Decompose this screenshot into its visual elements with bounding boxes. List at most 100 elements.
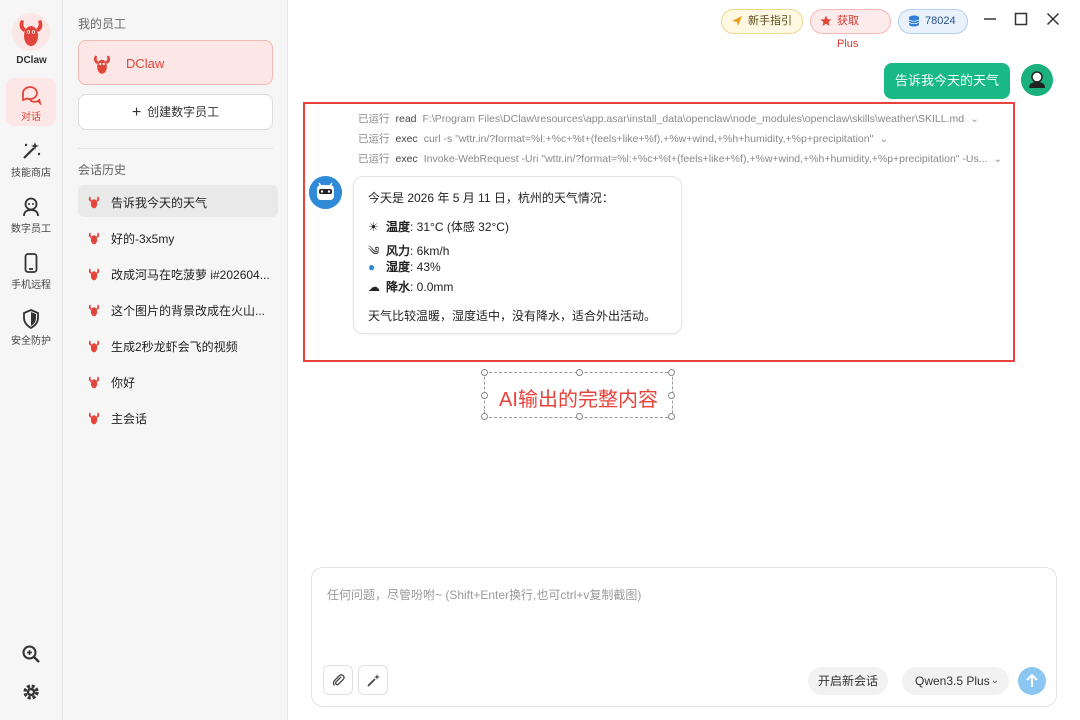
tool-status: 已运行 [358, 113, 390, 125]
history-item-label: 改成河马在吃菠萝 i#202604... [111, 268, 270, 282]
nav-chat[interactable]: 对话 [6, 78, 56, 126]
employees-title: 我的员工 [78, 17, 127, 31]
history-item[interactable]: 生成2秒龙虾会飞的视频 [78, 329, 278, 361]
gear-icon[interactable] [21, 682, 41, 702]
reply-intro: 今天是 2026 年 5 月 11 日，杭州的天气情况： [368, 191, 614, 205]
resize-handle [668, 413, 675, 420]
nav-skill-store[interactable]: 技能商店 [6, 134, 56, 182]
lobster-icon [88, 232, 100, 245]
create-employee-button[interactable]: + 创建数字员工 [78, 94, 273, 130]
divider [78, 148, 273, 149]
get-plus-button[interactable]: 获取Plus [810, 9, 891, 50]
model-name: Qwen3.5 Plus [915, 674, 990, 688]
wind-label: 风力 [386, 244, 411, 258]
nav-security[interactable]: 安全防护 [6, 302, 56, 350]
reply-temperature: ☀ 温度: 31°C (体感 32°C) [368, 218, 509, 235]
user-avatar [1021, 64, 1053, 96]
history-title: 会话历史 [78, 163, 127, 177]
chevron-down-icon: ⌄ [990, 675, 999, 686]
resize-handle [481, 413, 488, 420]
tool-name: exec [395, 133, 418, 145]
credits-value: 78024 [925, 15, 956, 27]
lobster-avatar-icon [93, 55, 111, 74]
send-arrow-icon [732, 16, 742, 26]
history-item[interactable]: 这个图片的背景改成在火山... [78, 293, 278, 325]
magic-wand-icon [367, 674, 380, 687]
history-item-label: 告诉我今天的天气 [111, 196, 208, 210]
sun-icon: ☀ [368, 220, 379, 234]
lobster-icon [88, 268, 100, 281]
message-input-area[interactable]: 任何问题，尽管吩咐~ (Shift+Enter换行,也可ctrl+v复制截图) … [311, 567, 1057, 707]
tool-call-line[interactable]: 已运行 exec Invoke-WebRequest -Uri "wttr.in/?… [358, 151, 1028, 166]
nav-phone-remote-label: 手机远程 [11, 280, 51, 291]
rain-value: : 0.0mm [410, 280, 454, 294]
chevron-down-icon[interactable]: ⌄ [970, 113, 979, 125]
cloud-rain-icon: ☁ [368, 280, 380, 294]
robot-icon [23, 197, 39, 217]
message-input-placeholder[interactable]: 任何问题，尽管吩咐~ (Shift+Enter换行,也可ctrl+v复制截图) [327, 586, 641, 603]
chevron-down-icon[interactable]: ⌄ [879, 133, 888, 145]
zoom-search-icon[interactable] [21, 644, 41, 664]
chat-icon [22, 86, 42, 106]
history-item[interactable]: 告诉我今天的天气 [78, 185, 278, 217]
droplet-icon: ● [368, 260, 376, 274]
history-item-label: 生成2秒龙虾会飞的视频 [111, 340, 238, 354]
coin-stack-icon [908, 15, 920, 27]
nav-digital-employee-label: 数字员工 [11, 224, 51, 235]
lobster-icon [88, 304, 100, 317]
annotation-label: AI输出的完整内容 [499, 389, 658, 411]
nav-digital-employee[interactable]: 数字员工 [6, 190, 56, 238]
chevron-down-icon[interactable]: ⌄ [994, 153, 1003, 165]
tool-status: 已运行 [358, 133, 390, 145]
plus-icon: + [131, 104, 142, 121]
history-item-label: 你好 [111, 376, 136, 390]
create-employee-label: 创建数字员工 [147, 105, 220, 119]
tool-call-line[interactable]: 已运行 read F:\Program Files\DClaw\resources\… [358, 111, 1028, 126]
paperclip-icon [332, 674, 345, 686]
sidebar: 我的员工 DClaw + 创建数字员工 会话历史 告诉我今天的天气好的-3x5my… [63, 0, 288, 720]
resize-handle [668, 392, 675, 399]
model-select[interactable]: Qwen3.5 Plus ⌄ [902, 667, 1009, 695]
history-item[interactable]: 改成河马在吃菠萝 i#202604... [78, 257, 278, 289]
lobster-icon [88, 196, 100, 209]
arrow-up-icon [1026, 673, 1038, 687]
bot-message: 今天是 2026 年 5 月 11 日，杭州的天气情况： ☀ 温度: 31°C (… [353, 176, 682, 334]
tool-call-line[interactable]: 已运行 exec curl -s "wttr.in/?format=%l:+%c+%… [358, 131, 1028, 146]
close-icon[interactable] [1045, 11, 1061, 27]
resize-handle [481, 369, 488, 376]
history-item-label: 这个图片的背景改成在火山... [111, 304, 266, 318]
employee-card-dclaw[interactable]: DClaw [78, 40, 273, 85]
nav-phone-remote[interactable]: 手机远程 [6, 246, 56, 294]
nav-security-label: 安全防护 [11, 336, 51, 347]
tool-name: read [395, 113, 417, 125]
guide-button[interactable]: 新手指引 [721, 9, 803, 34]
reply-humidity: ● 湿度: 43% [368, 258, 441, 275]
history-item[interactable]: 好的-3x5my [78, 221, 278, 253]
resize-handle [576, 369, 583, 376]
lobster-icon [88, 376, 100, 389]
tool-name: exec [395, 153, 418, 165]
resize-handle [668, 369, 675, 376]
history-item[interactable]: 主会话 [78, 401, 278, 433]
annotation-label-box: AI输出的完整内容 [481, 369, 675, 420]
star-icon [820, 15, 832, 26]
get-plus-label: 获取Plus [837, 15, 859, 50]
wind-value: : 6km/h [410, 244, 450, 258]
attach-button[interactable] [323, 665, 353, 695]
minimize-icon[interactable] [982, 11, 998, 27]
temp-label: 温度 [386, 220, 411, 234]
history-item[interactable]: 你好 [78, 365, 278, 397]
tool-command: curl -s "wttr.in/?format=%l:+%c+%t+(feel… [423, 133, 874, 145]
maximize-icon[interactable] [1013, 11, 1029, 27]
magic-button[interactable] [358, 665, 388, 695]
user-message: 告诉我今天的天气 [884, 63, 1010, 99]
credits-button[interactable]: 78024 [898, 9, 968, 34]
resize-handle [576, 413, 583, 420]
tool-status: 已运行 [358, 153, 390, 165]
send-button[interactable] [1018, 667, 1046, 695]
humidity-label: 湿度 [386, 260, 411, 274]
new-chat-button[interactable]: 开启新会话 [808, 667, 888, 695]
reply-summary: 天气比较温暖，湿度适中，没有降水，适合外出活动。 [368, 309, 657, 323]
magic-wand-icon [23, 142, 41, 159]
employee-name: DClaw [126, 56, 165, 71]
